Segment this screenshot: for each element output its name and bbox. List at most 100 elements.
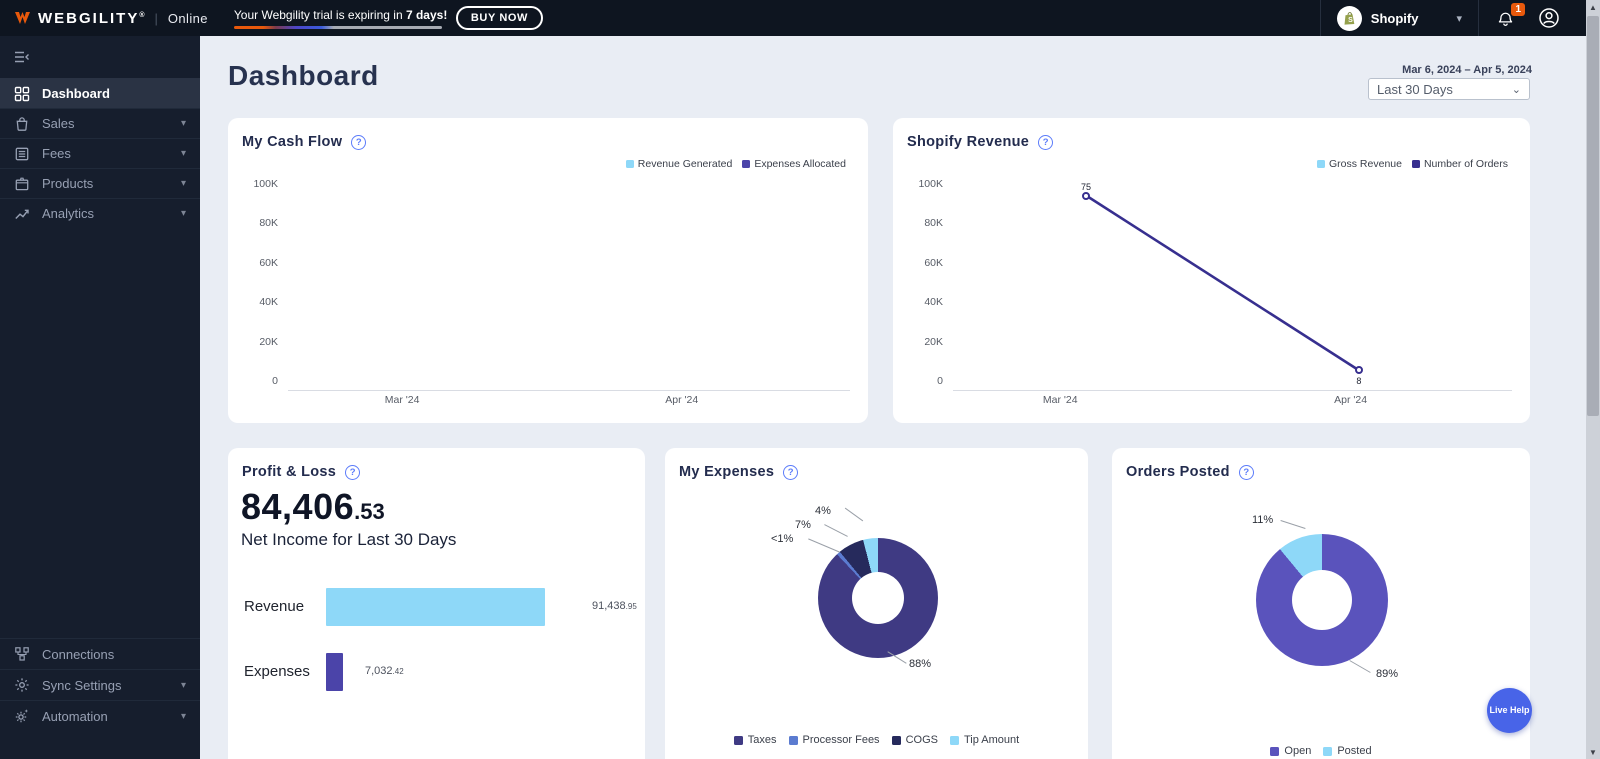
pl-row-value: 7,032.42 [365,665,404,677]
sidebar-item-label: Dashboard [42,86,110,101]
live-help-button[interactable]: Live Help [1487,688,1532,733]
legend-item[interactable]: COGS [892,734,938,746]
legend-item[interactable]: Number of Orders [1412,158,1508,170]
buy-now-button[interactable]: BUY NOW [456,6,543,30]
slice-label-posted: 11% [1252,514,1273,526]
notifications-button[interactable]: 1 [1479,0,1532,36]
sidebar-item-label: Fees [42,146,71,161]
legend-item[interactable]: Posted [1323,745,1371,757]
card-my-expenses: My Expenses ? 4% 7% <1% 88% Taxes Proces… [665,448,1088,759]
orders-donut-chart[interactable] [1256,534,1388,666]
legend-item[interactable]: Revenue Generated [626,158,733,170]
sidebar-item-sales[interactable]: Sales ▾ [0,108,200,138]
shopify-revenue-chart: 100K80K60K40K20K0 75 8 Mar '24 Apr '24 [909,178,1514,412]
legend-item[interactable]: Open [1270,745,1311,757]
automation-gear-icon [14,708,30,724]
fees-list-icon [14,146,30,162]
slice-label-tip: 4% [815,505,831,517]
store-selector[interactable]: S Shopify ▾ [1321,0,1478,36]
legend-item[interactable]: Processor Fees [789,734,880,746]
pl-row-label: Revenue [244,598,320,615]
pl-row-label: Expenses [244,663,320,680]
sidebar-item-label: Sales [42,116,75,131]
sidebar-item-label: Automation [42,709,108,724]
main-content: Dashboard Mar 6, 2024 – Apr 5, 2024 Last… [200,36,1586,759]
sidebar-collapse-button[interactable] [0,36,200,78]
trial-progress-bar [234,26,442,29]
cash-flow-chart: 100K80K60K40K20K0 Mar '24 Apr '24 [244,178,852,412]
collapse-menu-icon [13,49,30,65]
line-point-marker[interactable] [1082,192,1090,200]
y-axis: 100K80K60K40K20K0 [909,178,943,387]
line-point-label: 8 [1356,376,1361,386]
card-profit-loss: Profit & Loss ? 84,406.53 Net Income for… [228,448,645,759]
scrollbar-thumb[interactable] [1587,16,1599,416]
x-tick-label: Mar '24 [385,394,420,406]
expenses-donut-chart[interactable] [818,538,938,658]
help-icon[interactable]: ? [1239,465,1254,480]
line-point-marker[interactable] [1355,366,1363,374]
legend-item[interactable]: Tip Amount [950,734,1019,746]
page-title: Dashboard [228,60,379,92]
net-income-subtitle: Net Income for Last 30 Days [241,530,456,550]
card-title: Profit & Loss [242,464,336,480]
user-icon [1538,7,1560,29]
help-icon[interactable]: ? [783,465,798,480]
sidebar-item-label: Sync Settings [42,678,122,693]
period-dropdown-value: Last 30 Days [1377,82,1453,97]
sidebar-item-analytics[interactable]: Analytics ▾ [0,198,200,228]
store-name: Shopify [1371,11,1419,26]
connections-icon [14,646,30,662]
y-axis: 100K80K60K40K20K0 [244,178,278,387]
expenses-bar[interactable] [326,653,343,691]
legend-item[interactable]: Taxes [734,734,777,746]
chevron-down-icon: ⌄ [1512,83,1521,96]
plot-area [288,182,850,391]
dashboard-grid-icon [14,86,30,102]
sidebar-item-automation[interactable]: Automation ▾ [0,700,200,731]
trending-chart-icon [14,206,30,222]
sidebar-item-label: Products [42,176,93,191]
sidebar-item-dashboard[interactable]: Dashboard [0,78,200,108]
legend-swatch [1270,747,1279,756]
sidebar-item-sync-settings[interactable]: Sync Settings ▾ [0,669,200,700]
orders-line [953,182,1512,390]
label-line [845,508,863,522]
pl-row-revenue: Revenue 91,438.95 [228,588,645,626]
period-dropdown[interactable]: Last 30 Days ⌄ [1368,78,1530,100]
sidebar: Dashboard Sales ▾ Fees ▾ Products ▾ Anal… [0,36,200,759]
trial-text: Your Webgility trial is expiring in 7 da… [234,8,442,22]
sidebar-item-connections[interactable]: Connections [0,638,200,669]
help-icon[interactable]: ? [1038,135,1053,150]
legend-item[interactable]: Gross Revenue [1317,158,1402,170]
legend-swatch [1412,160,1420,168]
card-title: Orders Posted [1126,464,1230,480]
sidebar-item-fees[interactable]: Fees ▾ [0,138,200,168]
line-point-label: 75 [1081,182,1091,192]
label-line [1280,520,1305,529]
legend-swatch [1323,747,1332,756]
slice-label-open: 89% [1376,668,1398,680]
legend-swatch [789,736,798,745]
help-icon[interactable]: ? [351,135,366,150]
chevron-down-icon: ▾ [181,148,186,159]
chevron-down-icon: ▾ [181,711,186,722]
card-my-cash-flow: My Cash Flow ? Revenue Generated Expense… [228,118,868,423]
account-button[interactable] [1532,0,1586,36]
sidebar-item-products[interactable]: Products ▾ [0,168,200,198]
chart-legend: Taxes Processor Fees COGS Tip Amount [665,734,1088,746]
revenue-bar[interactable] [326,588,545,626]
top-bar: WEBGILITY® | Online Your Webgility trial… [0,0,1586,36]
chevron-down-icon: ▾ [181,118,186,129]
slice-label-cogs: 7% [795,519,811,531]
scroll-down-arrow-icon[interactable]: ▼ [1586,745,1600,759]
vertical-scrollbar[interactable]: ▲ ▼ [1586,0,1600,759]
slice-label-processor: <1% [771,533,793,545]
notification-badge: 1 [1511,3,1525,16]
legend-item[interactable]: Expenses Allocated [742,158,846,170]
scroll-up-arrow-icon[interactable]: ▲ [1586,0,1600,14]
help-icon[interactable]: ? [345,465,360,480]
legend-swatch [626,160,634,168]
card-title: My Cash Flow [242,134,342,150]
legend-swatch [742,160,750,168]
